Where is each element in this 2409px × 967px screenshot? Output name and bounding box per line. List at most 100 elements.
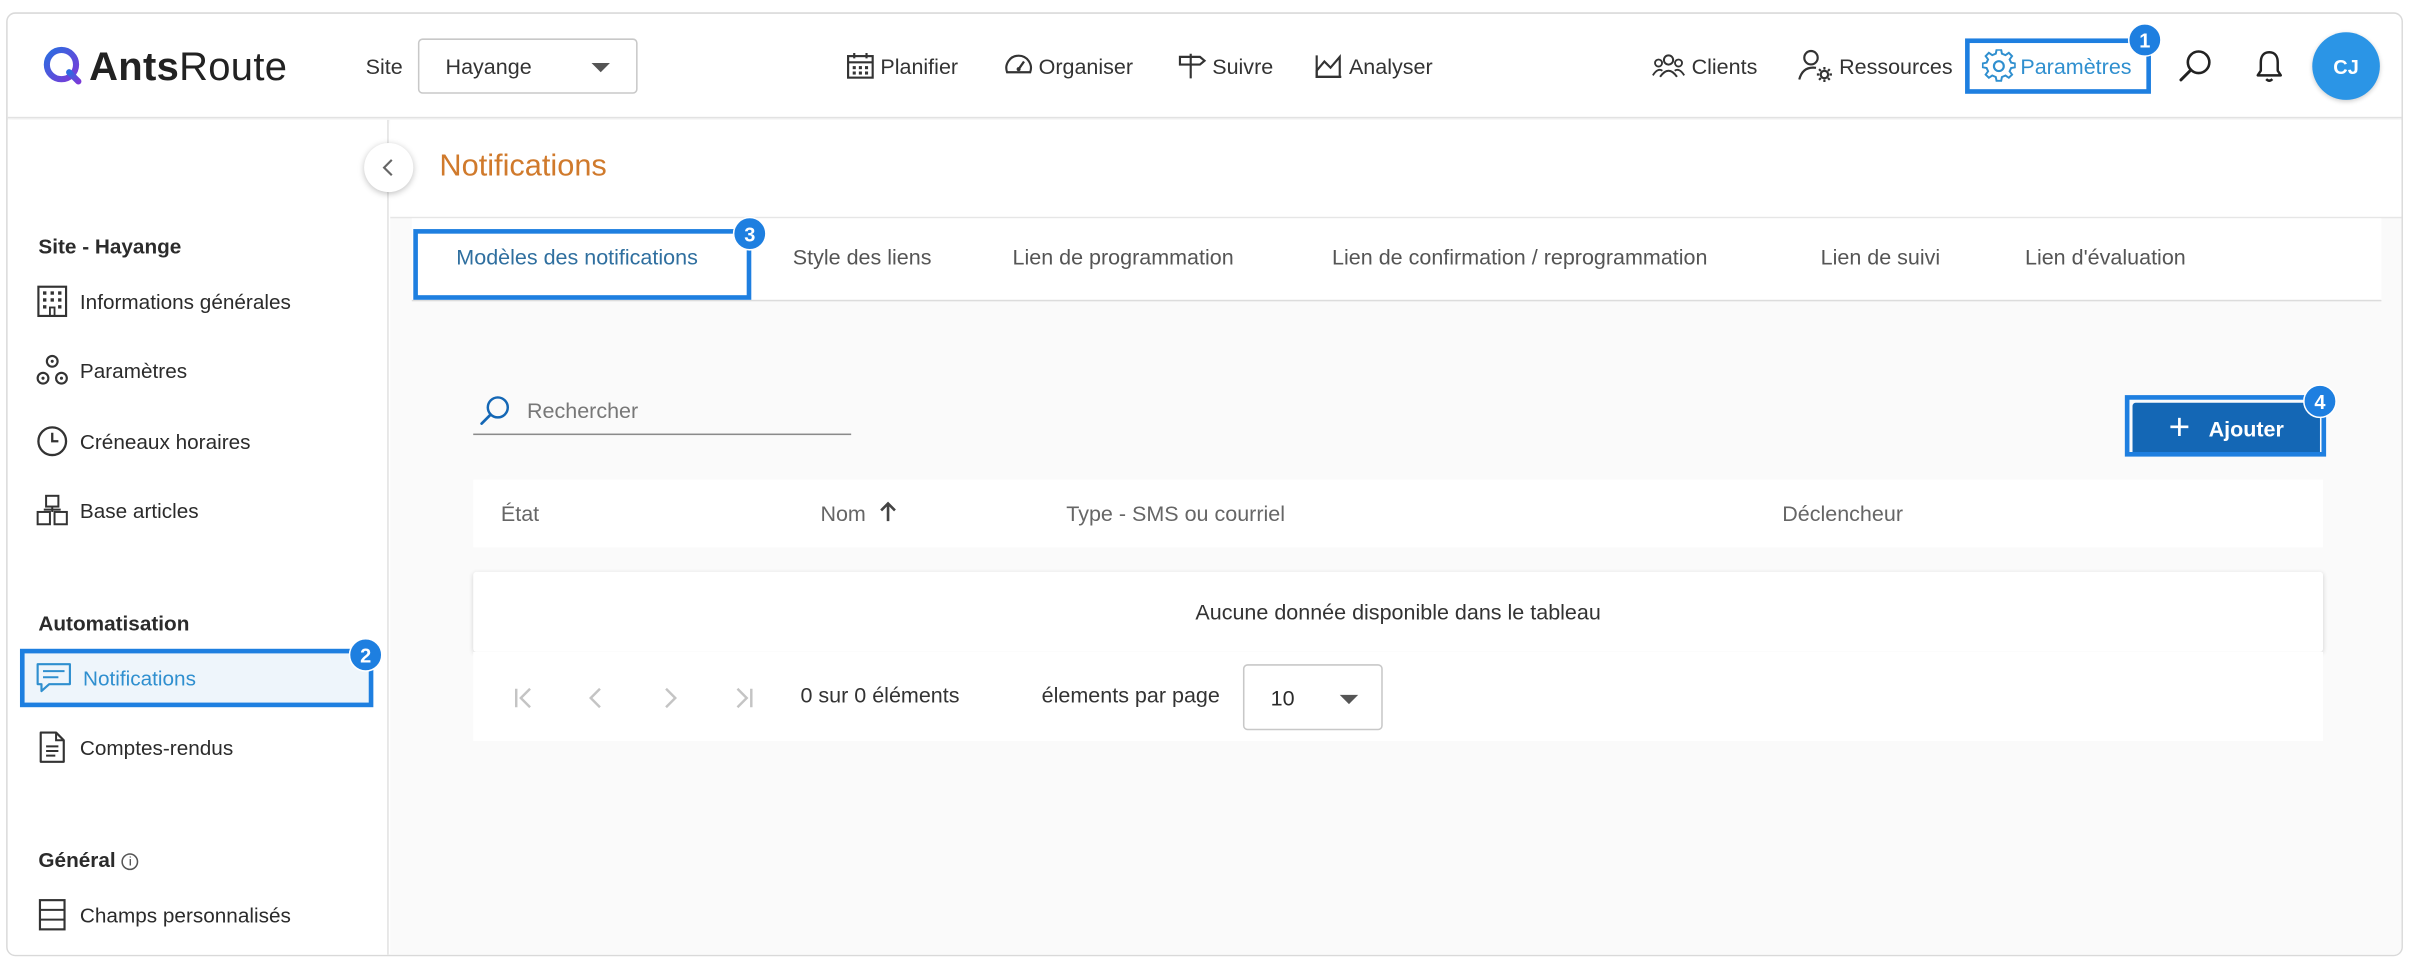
page-title: Notifications [439, 149, 607, 183]
chevron-down-icon [591, 63, 610, 73]
sidebar-item-informations-generales[interactable]: Informations générales [35, 280, 373, 323]
tab-lien-de-confirmation-reprogrammation[interactable]: Lien de confirmation / reprogrammation [1332, 244, 1707, 269]
column-header-etat[interactable]: État [501, 501, 539, 526]
nav-clients[interactable]: Clients [1650, 48, 1757, 85]
search-icon [2179, 50, 2211, 82]
building-icon [37, 285, 68, 318]
previous-page-button[interactable] [578, 680, 615, 717]
sidebar-item-label: Comptes-rendus [79, 735, 234, 759]
logo-icon [43, 46, 82, 85]
sidebar-item-label: Base articles [79, 498, 199, 522]
nav-planifier-label: Planifier [880, 53, 959, 79]
brand-light: Route [179, 42, 288, 89]
sidebar-item-champs-personnalises[interactable]: Champs personnalisés [35, 893, 373, 936]
chevron-right-icon [665, 687, 677, 709]
section-general: Général i [38, 848, 139, 872]
document-icon [39, 731, 65, 763]
annotation-badge-1: 1 [2127, 23, 2162, 57]
search-button[interactable] [2177, 48, 2214, 85]
section-general-label: Général [38, 848, 116, 872]
next-page-button[interactable] [651, 680, 688, 717]
sidebar-item-label: Créneaux horaires [79, 429, 251, 453]
column-header-type[interactable]: Type - SMS ou courriel [1066, 501, 1285, 526]
settings-cluster-icon [36, 354, 68, 385]
per-page-label: élements par page [1041, 682, 1220, 708]
table-empty-row: Aucune donnée disponible dans le tableau [473, 571, 2324, 652]
site-select[interactable]: Hayange [417, 38, 638, 94]
notifications-button[interactable] [2251, 48, 2288, 85]
table-header: État Nom Type - SMS ou courriel Déclench… [473, 479, 2324, 548]
highlight-box-4 [2124, 395, 2327, 457]
app-window: AntsRoute Site Hayange Planifier Organis… [6, 12, 2403, 957]
tab-lien-de-programmation[interactable]: Lien de programmation [1012, 244, 1233, 269]
gauge-icon [1005, 54, 1032, 74]
nav-ressources[interactable]: Ressources [1798, 48, 1953, 85]
per-page-select[interactable]: 10 [1242, 664, 1383, 731]
last-page-button[interactable] [725, 680, 762, 717]
main-content: Notifications Modèles des notifications … [390, 119, 2402, 955]
search-icon [480, 395, 510, 425]
search-input[interactable] [526, 397, 819, 423]
nav-analyser-label: Analyser [1348, 53, 1433, 79]
column-header-nom[interactable]: Nom [820, 501, 898, 526]
top-bar: AntsRoute Site Hayange Planifier Organis… [7, 13, 2402, 119]
calendar-icon [847, 53, 874, 79]
user-avatar[interactable]: CJ [2312, 32, 2380, 100]
nav-clients-label: Clients [1691, 53, 1758, 79]
site-select-value: Hayange [445, 53, 532, 79]
sidebar-item-base-articles[interactable]: Base articles [35, 489, 373, 532]
sidebar-item-creneaux-horaires[interactable]: Créneaux horaires [35, 420, 373, 463]
sidebar: Site - Hayange Informations générales Pa… [7, 119, 414, 955]
paginator: 0 sur 0 éléments élements par page 10 [473, 651, 2324, 742]
section-automatisation: Automatisation [38, 611, 190, 635]
boxes-icon [36, 494, 68, 526]
sidebar-item-label: Informations générales [79, 289, 291, 313]
nav-organiser-label: Organiser [1038, 53, 1134, 79]
nav-ressources-label: Ressources [1839, 53, 1953, 79]
annotation-badge-2: 2 [348, 638, 383, 672]
search-field [473, 386, 852, 436]
sort-ascending-icon [880, 501, 897, 522]
tab-lien-de-suivi[interactable]: Lien de suivi [1821, 244, 1941, 269]
per-page-value: 10 [1270, 684, 1295, 710]
range-label: 0 sur 0 éléments [800, 682, 960, 708]
column-header-nom-label: Nom [820, 501, 866, 526]
last-page-icon [736, 687, 753, 709]
nav-organiser[interactable]: Organiser [1003, 48, 1133, 85]
annotation-badge-4: 4 [2303, 384, 2337, 419]
signpost-icon [1178, 53, 1207, 79]
page-header: Notifications [390, 119, 2402, 219]
first-page-button[interactable] [505, 680, 542, 717]
annotation-badge-3: 3 [732, 216, 767, 251]
bell-icon [2256, 51, 2283, 82]
nav-suivre[interactable]: Suivre [1177, 48, 1273, 85]
chevron-down-icon [1339, 694, 1359, 705]
tab-style-des-liens[interactable]: Style des liens [793, 244, 932, 269]
user-gear-icon [1798, 49, 1832, 83]
nav-planifier[interactable]: Planifier [845, 48, 958, 85]
brand-bold: Ants [89, 42, 180, 89]
highlight-box-2 [19, 648, 374, 708]
clock-icon [37, 426, 68, 457]
antsroute-logo[interactable]: AntsRoute [41, 42, 287, 91]
highlight-box-3 [413, 229, 752, 300]
tab-lien-d-evaluation[interactable]: Lien d'évaluation [2025, 244, 2186, 269]
nav-suivre-label: Suivre [1212, 53, 1274, 79]
sidebar-item-comptes-rendus[interactable]: Comptes-rendus [35, 726, 373, 769]
sidebar-item-label: Paramètres [79, 358, 188, 383]
chart-area-icon [1315, 53, 1342, 78]
chevron-left-icon [382, 159, 393, 177]
column-header-declencheur[interactable]: Déclencheur [1782, 501, 1903, 526]
first-page-icon [515, 687, 531, 709]
collapse-sidebar-button[interactable] [364, 142, 414, 193]
info-icon[interactable]: i [121, 853, 139, 871]
chevron-left-icon [589, 687, 601, 709]
nav-analyser[interactable]: Analyser [1314, 48, 1433, 85]
highlight-box-1 [1965, 38, 2151, 94]
list-icon [38, 899, 66, 931]
site-label: Site [365, 53, 403, 79]
sidebar-item-label: Champs personnalisés [79, 903, 291, 927]
sidebar-item-parametres[interactable]: Paramètres [35, 349, 373, 392]
users-icon [1652, 54, 1685, 78]
section-site-hayange: Site - Hayange [38, 235, 182, 259]
